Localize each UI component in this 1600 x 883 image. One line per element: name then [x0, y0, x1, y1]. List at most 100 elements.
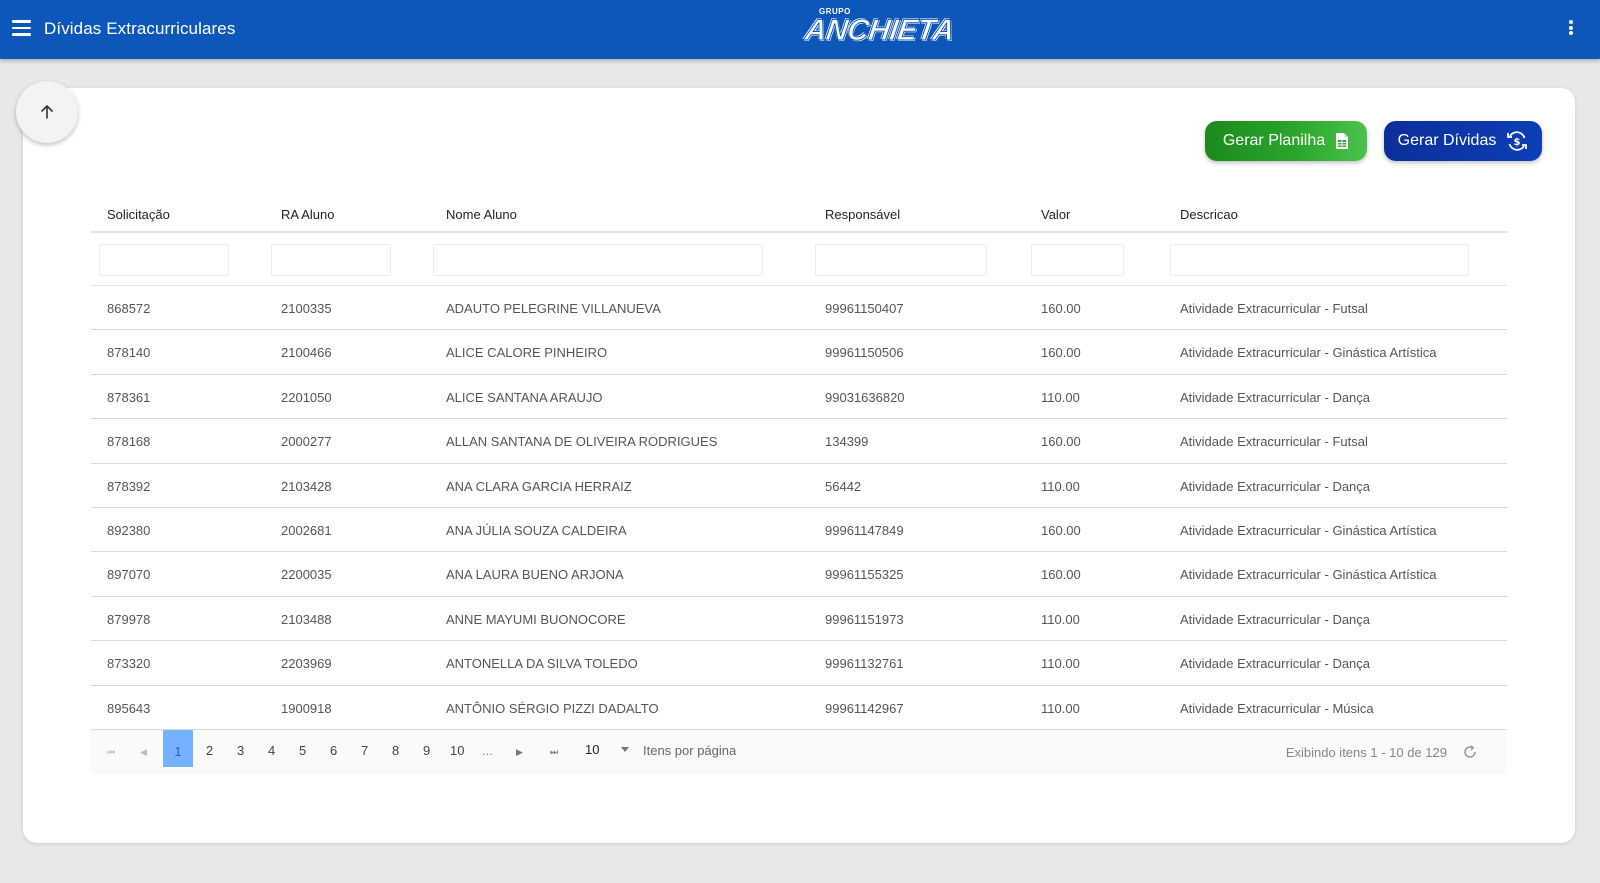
cell-responsavel: 134399 — [825, 434, 869, 450]
gerar-planilha-button[interactable]: Gerar Planilha — [1205, 121, 1367, 161]
page-button-7[interactable]: 7 — [361, 743, 368, 758]
column-header-descricao[interactable]: Descricao — [1180, 207, 1238, 222]
cell-solicitacao: 879978 — [107, 611, 151, 627]
svg-text:$: $ — [1514, 137, 1521, 148]
refresh-icon[interactable] — [1462, 744, 1478, 760]
table-row[interactable]: 873320 2203969 ANTONELLA DA SILVA TOLEDO… — [91, 641, 1507, 686]
cell-valor: 160.00 — [1041, 522, 1081, 538]
cell-valor: 110.00 — [1041, 611, 1080, 627]
kebab-menu-icon[interactable] — [1567, 20, 1575, 40]
pagination-bar: ⏮ ◀ 1 2 3 4 5 6 7 8 9 10 ... ▶ ⏭ 10 Iten… — [91, 730, 1507, 774]
cell-responsavel: 99031636820 — [825, 389, 905, 405]
table-row[interactable]: 892380 2002681 ANA JÚLIA SOUZA CALDEIRA … — [91, 508, 1507, 553]
page-size-label: Itens por página — [643, 743, 737, 758]
cell-valor: 160.00 — [1041, 434, 1081, 450]
table-row[interactable]: 868572 2100335 ADAUTO PELEGRINE VILLANUE… — [91, 286, 1507, 331]
cell-valor: 110.00 — [1041, 700, 1080, 716]
cell-nome-aluno: ANA JÚLIA SOUZA CALDEIRA — [446, 522, 627, 538]
cell-valor: 160.00 — [1041, 301, 1081, 316]
debts-table: Solicitação RA Aluno Nome Aluno Responsá… — [91, 193, 1507, 730]
filter-row — [91, 233, 1507, 286]
cell-ra-aluno: 2200035 — [281, 567, 332, 583]
page-button-5[interactable]: 5 — [299, 743, 306, 758]
hamburger-menu-icon[interactable] — [12, 20, 32, 38]
column-header-ra-aluno[interactable]: RA Aluno — [281, 207, 335, 222]
cell-ra-aluno: 2103488 — [281, 611, 332, 627]
page-button-8[interactable]: 8 — [392, 743, 399, 758]
cell-descricao: Atividade Extracurricular - Música — [1180, 700, 1374, 716]
filter-responsavel-input[interactable] — [815, 244, 987, 276]
page-button-2[interactable]: 2 — [206, 743, 213, 758]
page-button-3[interactable]: 3 — [237, 743, 244, 758]
table-row[interactable]: 878361 2201050 ALICE SANTANA ARAUJO 9903… — [91, 375, 1507, 420]
cell-ra-aluno: 2203969 — [281, 656, 332, 672]
table-row[interactable]: 895643 1900918 ANTÔNIO SÉRGIO PIZZI DADA… — [91, 686, 1507, 730]
cell-descricao: Atividade Extracurricular - Ginástica Ar… — [1180, 567, 1437, 583]
chevron-down-icon[interactable] — [621, 747, 629, 752]
cell-descricao: Atividade Extracurricular - Futsal — [1180, 434, 1368, 450]
cell-valor: 160.00 — [1041, 567, 1081, 583]
more-pages-ellipsis[interactable]: ... — [482, 743, 493, 758]
filter-solicitacao-input[interactable] — [99, 244, 229, 276]
page-button-6[interactable]: 6 — [330, 743, 337, 758]
filter-descricao-input[interactable] — [1170, 244, 1469, 276]
cell-descricao: Atividade Extracurricular - Futsal — [1180, 301, 1368, 316]
pagination-info: Exibindo itens 1 - 10 de 129 — [1285, 745, 1447, 760]
page-size-select[interactable]: 10 — [585, 742, 599, 757]
table-row[interactable]: 878140 2100466 ALICE CALORE PINHEIRO 999… — [91, 330, 1507, 375]
cell-ra-aluno: 2100466 — [281, 345, 332, 361]
cell-solicitacao: 868572 — [107, 301, 151, 316]
arrow-up-icon — [41, 105, 53, 119]
filter-valor-input[interactable] — [1031, 244, 1124, 276]
scroll-to-top-button[interactable] — [16, 81, 78, 143]
page-button-10[interactable]: 10 — [450, 743, 464, 758]
table-row[interactable]: 879978 2103488 ANNE MAYUMI BUONOCORE 999… — [91, 597, 1507, 642]
cell-descricao: Atividade Extracurricular - Ginástica Ar… — [1180, 522, 1437, 538]
table-row[interactable]: 878392 2103428 ANA CLARA GARCIA HERRAIZ … — [91, 464, 1507, 508]
cell-valor: 160.00 — [1041, 345, 1081, 361]
cell-ra-aluno: 2002681 — [281, 522, 332, 538]
cell-nome-aluno: ALLAN SANTANA DE OLIVEIRA RODRIGUES — [446, 434, 718, 450]
table-header: Solicitação RA Aluno Nome Aluno Responsá… — [91, 193, 1507, 233]
cell-responsavel: 99961142967 — [825, 700, 904, 716]
cell-ra-aluno: 1900918 — [281, 700, 332, 716]
cell-solicitacao: 897070 — [107, 567, 151, 583]
cell-solicitacao: 878168 — [107, 434, 151, 450]
page-button-current[interactable]: 1 — [163, 730, 193, 767]
grupo-anchieta-logo: GRUPO ANCHIETA — [802, 6, 956, 52]
page-button-9[interactable]: 9 — [423, 743, 430, 758]
filter-nome-aluno-input[interactable] — [433, 244, 763, 276]
gerar-planilha-label: Gerar Planilha — [1222, 132, 1326, 149]
column-header-responsavel[interactable]: Responsável — [825, 207, 900, 222]
column-header-nome-aluno[interactable]: Nome Aluno — [446, 207, 517, 222]
cell-solicitacao: 878392 — [107, 478, 151, 494]
filter-ra-aluno-input[interactable] — [271, 244, 391, 276]
cell-solicitacao: 878140 — [107, 345, 151, 361]
top-app-bar: Dívidas Extracurriculares GRUPO ANCHIETA — [0, 0, 1600, 59]
cell-ra-aluno: 2000277 — [281, 434, 332, 450]
cell-nome-aluno: ANA CLARA GARCIA HERRAIZ — [446, 478, 632, 494]
first-page-icon[interactable]: ⏮ — [107, 747, 115, 758]
cell-responsavel: 99961150506 — [825, 345, 904, 361]
cell-valor: 110.00 — [1041, 389, 1080, 405]
cell-ra-aluno: 2103428 — [281, 478, 332, 494]
cell-nome-aluno: ALICE CALORE PINHEIRO — [446, 345, 608, 361]
last-page-icon[interactable]: ⏭ — [550, 747, 558, 758]
cell-descricao: Atividade Extracurricular - Dança — [1180, 389, 1371, 405]
previous-page-icon[interactable]: ◀ — [140, 747, 147, 758]
cell-responsavel: 56442 — [825, 478, 862, 494]
table-row[interactable]: 897070 2200035 ANA LAURA BUENO ARJONA 99… — [91, 552, 1507, 597]
gerar-dividas-button[interactable]: Gerar Dívidas $ — [1384, 121, 1542, 161]
column-header-solicitacao[interactable]: Solicitação — [107, 207, 170, 222]
gerar-dividas-label: Gerar Dívidas — [1397, 132, 1497, 149]
cell-nome-aluno: ANTONELLA DA SILVA TOLEDO — [446, 656, 638, 672]
cell-nome-aluno: ANTÔNIO SÉRGIO PIZZI DADALTO — [446, 700, 659, 716]
next-page-icon[interactable]: ▶ — [516, 747, 523, 758]
table-row[interactable]: 878168 2000277 ALLAN SANTANA DE OLIVEIRA… — [91, 419, 1507, 464]
cell-responsavel: 99961132761 — [825, 656, 904, 672]
cell-responsavel: 99961151973 — [825, 611, 904, 627]
cell-responsavel: 99961150407 — [825, 301, 904, 316]
page-button-4[interactable]: 4 — [268, 743, 275, 758]
column-header-valor[interactable]: Valor — [1041, 207, 1070, 222]
cell-responsavel: 99961147849 — [825, 522, 904, 538]
